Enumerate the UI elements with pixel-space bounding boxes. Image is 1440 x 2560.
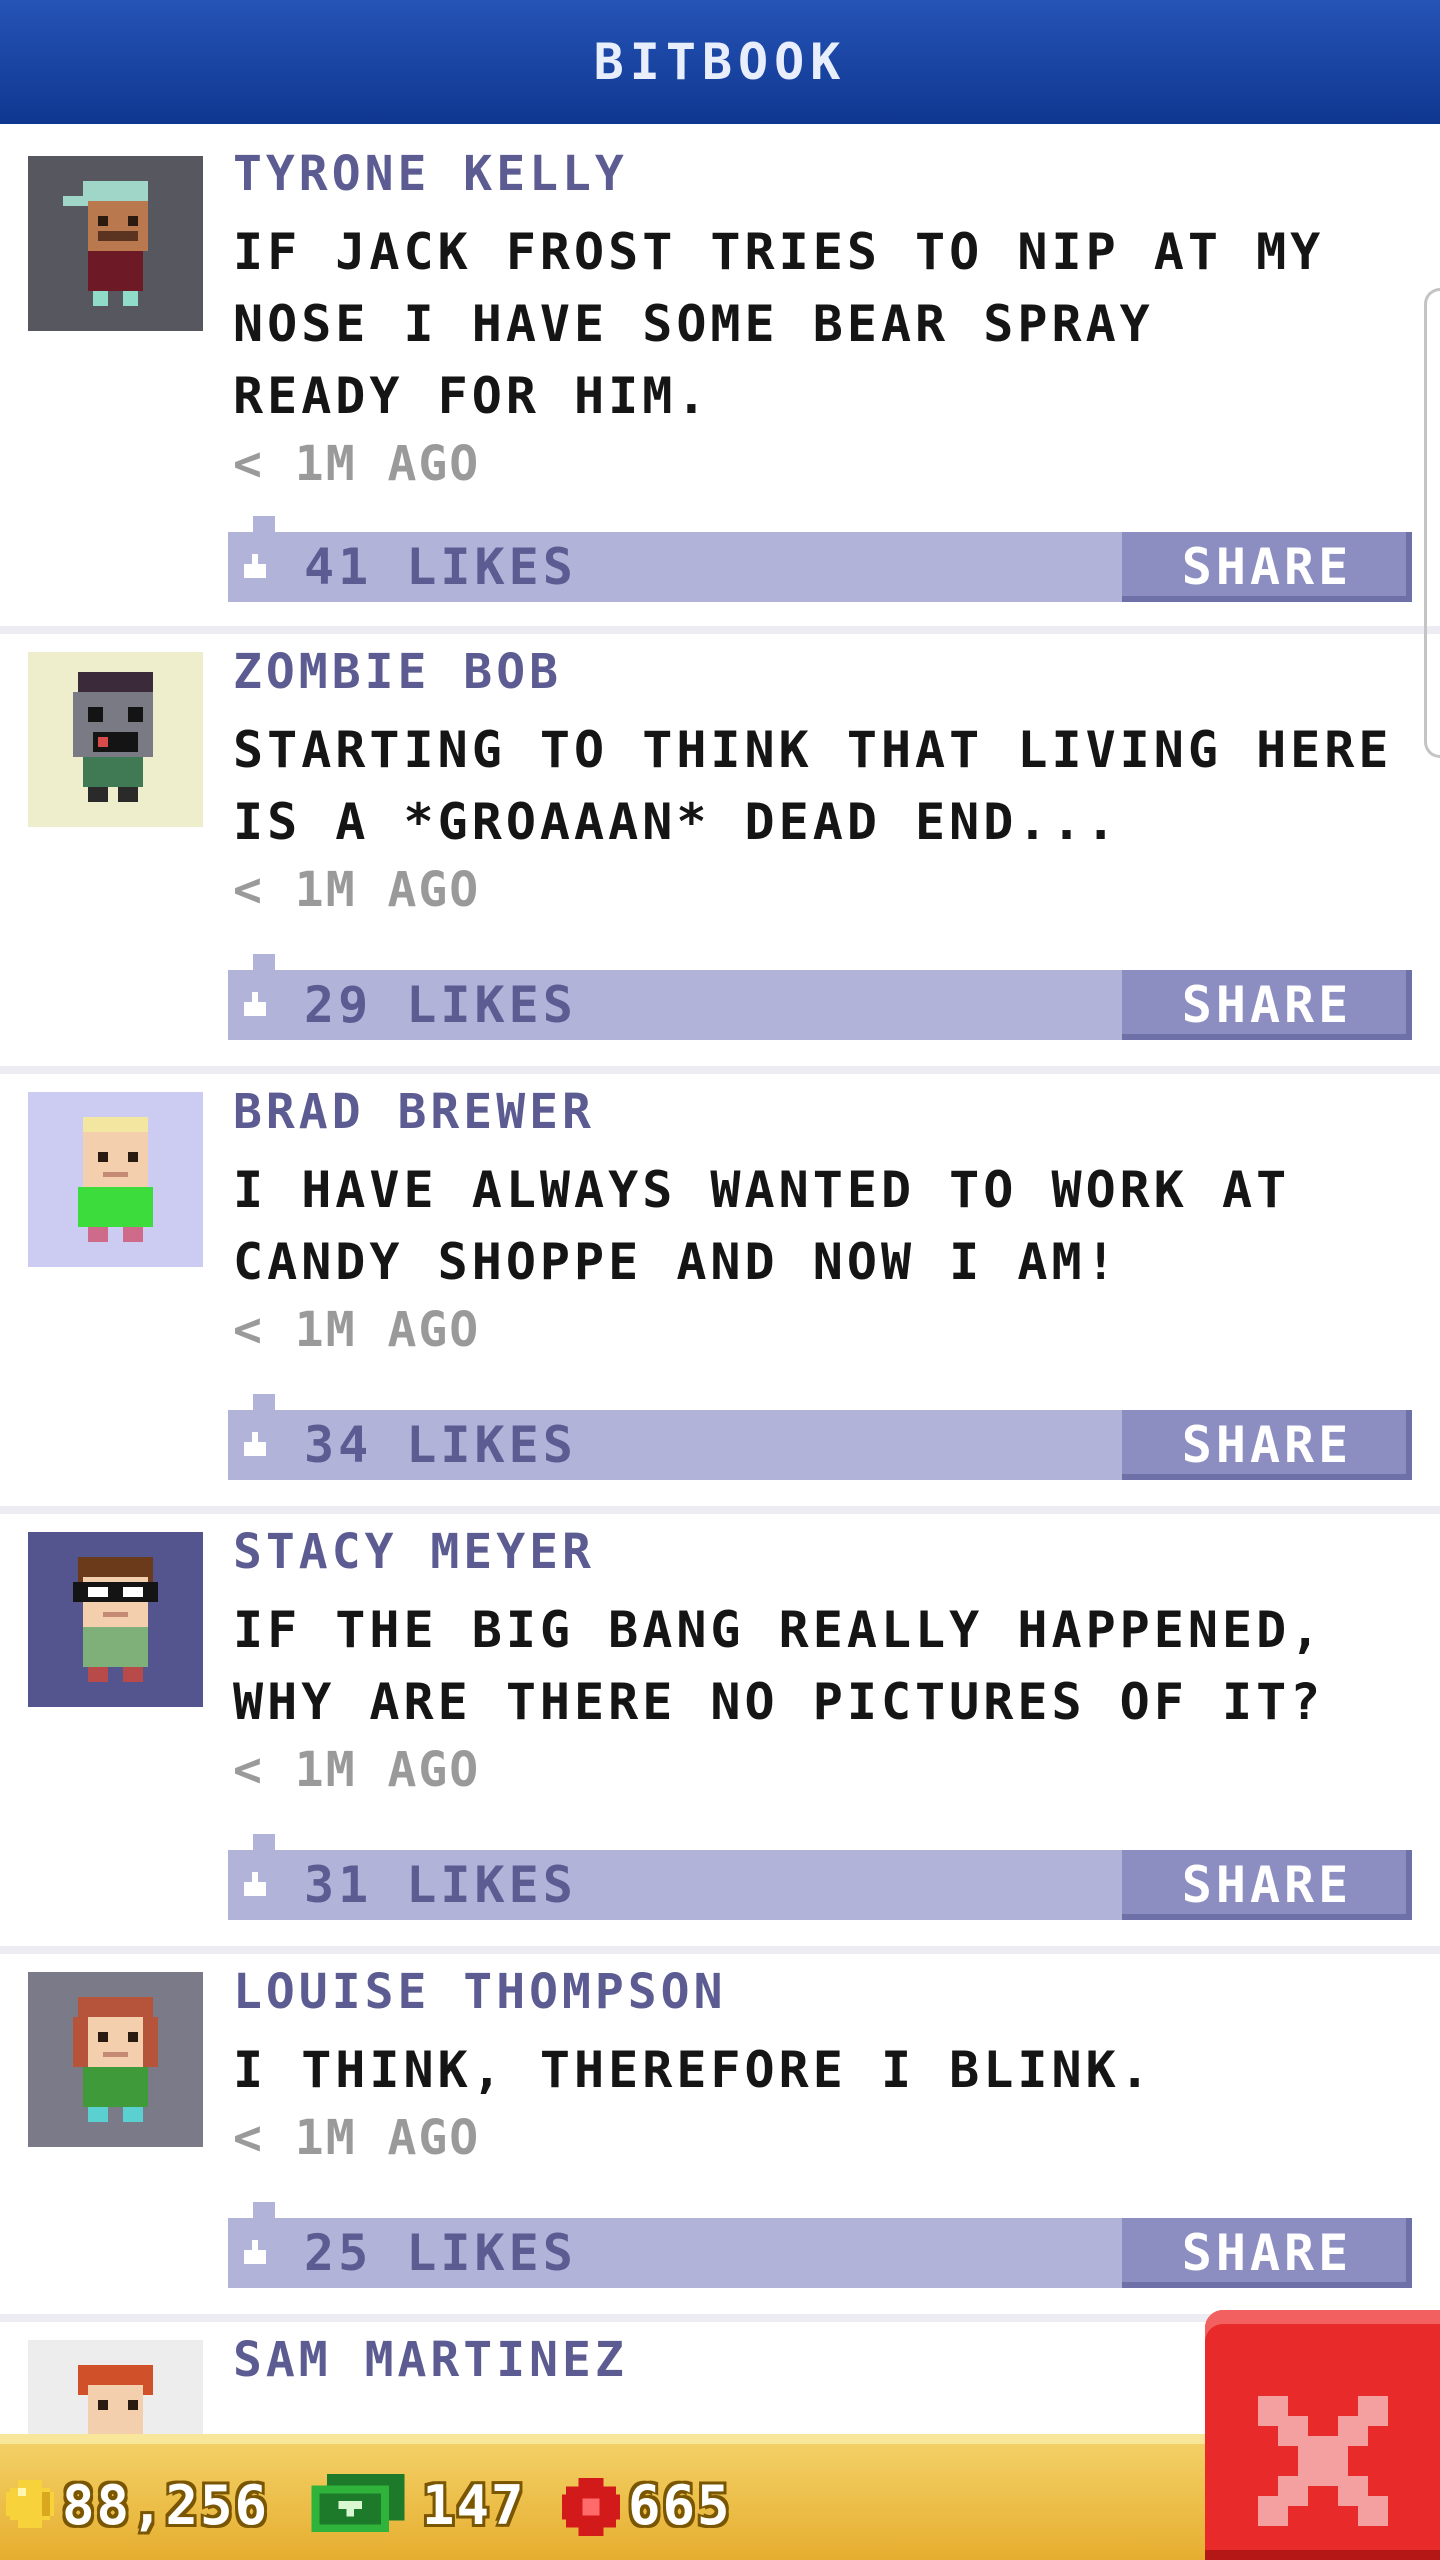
post-action-bar: 31 LIKES SHARE <box>228 1834 1412 1920</box>
post-message-line: CANDY SHOPPE AND NOW I AM! <box>233 1233 1120 1291</box>
avatar[interactable] <box>28 2340 203 2434</box>
like-tab <box>253 2202 275 2220</box>
post-action-bar: 41 LIKES SHARE <box>228 516 1412 602</box>
close-button[interactable] <box>1205 2310 1440 2560</box>
post-message-line: IS A *GROAAAN* DEAD END... <box>233 793 1120 851</box>
post-timestamp: < 1M AGO <box>233 862 481 918</box>
share-button[interactable]: SHARE <box>1122 2218 1412 2288</box>
post-message: STARTING TO THINK THAT LIVING HERE IS A … <box>233 714 1413 858</box>
feed-post: STACY MEYER IF THE BIG BANG REALLY HAPPE… <box>0 1514 1440 1954</box>
like-tab <box>253 954 275 972</box>
feed-post: ZOMBIE BOB STARTING TO THINK THAT LIVING… <box>0 634 1440 1074</box>
post-timestamp: < 1M AGO <box>233 2110 481 2166</box>
coin-icon <box>6 2480 54 2528</box>
like-icon[interactable] <box>242 1872 268 1898</box>
like-count: 29 LIKES <box>304 976 577 1034</box>
like-tab <box>253 1834 275 1852</box>
feed-post: LOUISE THOMPSON I THINK, THEREFORE I BLI… <box>0 1954 1440 2322</box>
app-header: BITBOOK <box>0 0 1440 124</box>
heart-count: 665 <box>628 2474 732 2537</box>
post-message-line: STARTING TO THINK THAT LIVING HERE <box>233 721 1393 779</box>
like-icon[interactable] <box>242 1432 268 1458</box>
like-count: 31 LIKES <box>304 1856 577 1914</box>
post-author[interactable]: LOUISE THOMPSON <box>233 1964 726 2020</box>
post-message: I HAVE ALWAYS WANTED TO WORK AT CANDY SH… <box>233 1154 1413 1298</box>
post-author[interactable]: SAM MARTINEZ <box>233 2332 628 2388</box>
feed-post: BRAD BREWER I HAVE ALWAYS WANTED TO WORK… <box>0 1074 1440 1514</box>
post-feed[interactable]: TYRONE KELLY IF JACK FROST TRIES TO NIP … <box>0 124 1440 2434</box>
share-button[interactable]: SHARE <box>1122 532 1412 602</box>
avatar[interactable] <box>28 156 203 331</box>
scrollbar-thumb[interactable] <box>1424 288 1440 758</box>
like-icon[interactable] <box>242 992 268 1018</box>
like-count: 41 LIKES <box>304 538 577 596</box>
share-button[interactable]: SHARE <box>1122 1410 1412 1480</box>
avatar[interactable] <box>28 1972 203 2147</box>
post-author[interactable]: ZOMBIE BOB <box>233 644 562 700</box>
post-author[interactable]: BRAD BREWER <box>233 1084 595 1140</box>
cash-icon <box>311 2474 405 2532</box>
avatar[interactable] <box>28 1532 203 1707</box>
heart-icon <box>562 2478 620 2536</box>
post-message-line: I THINK, THEREFORE I BLINK. <box>233 2041 1154 2099</box>
post-message-line: I HAVE ALWAYS WANTED TO WORK AT <box>233 1161 1291 1219</box>
post-message-line: IF JACK FROST TRIES TO NIP AT MY <box>233 223 1325 281</box>
post-action-bar: 34 LIKES SHARE <box>228 1394 1412 1480</box>
post-author[interactable]: STACY MEYER <box>233 1524 595 1580</box>
post-message-line: WHY ARE THERE NO PICTURES OF IT? <box>233 1673 1325 1731</box>
post-message: I THINK, THEREFORE I BLINK. <box>233 2034 1413 2106</box>
post-message-line: READY FOR HIM. <box>233 367 711 425</box>
post-message: IF JACK FROST TRIES TO NIP AT MY NOSE I … <box>233 216 1413 432</box>
post-timestamp: < 1M AGO <box>233 1302 481 1358</box>
like-icon[interactable] <box>242 554 268 580</box>
avatar[interactable] <box>28 652 203 827</box>
like-icon[interactable] <box>242 2240 268 2266</box>
share-button[interactable]: SHARE <box>1122 970 1412 1040</box>
post-message: IF THE BIG BANG REALLY HAPPENED, WHY ARE… <box>233 1594 1413 1738</box>
post-timestamp: < 1M AGO <box>233 436 481 492</box>
post-author[interactable]: TYRONE KELLY <box>233 146 628 202</box>
post-timestamp: < 1M AGO <box>233 1742 481 1798</box>
feed-post: TYRONE KELLY IF JACK FROST TRIES TO NIP … <box>0 124 1440 634</box>
post-message-line: IF THE BIG BANG REALLY HAPPENED, <box>233 1601 1325 1659</box>
post-action-bar: 25 LIKES SHARE <box>228 2202 1412 2288</box>
like-tab <box>253 1394 275 1412</box>
post-action-bar: 29 LIKES SHARE <box>228 954 1412 1040</box>
close-x-icon <box>1257 2396 1388 2526</box>
like-count: 25 LIKES <box>304 2224 577 2282</box>
coin-count: 88,256 <box>62 2474 270 2537</box>
like-tab <box>253 516 275 534</box>
bux-count: 147 <box>422 2474 526 2537</box>
share-button[interactable]: SHARE <box>1122 1850 1412 1920</box>
app-title: BITBOOK <box>593 33 847 91</box>
avatar[interactable] <box>28 1092 203 1267</box>
like-count: 34 LIKES <box>304 1416 577 1474</box>
post-message-line: NOSE I HAVE SOME BEAR SPRAY <box>233 295 1154 353</box>
